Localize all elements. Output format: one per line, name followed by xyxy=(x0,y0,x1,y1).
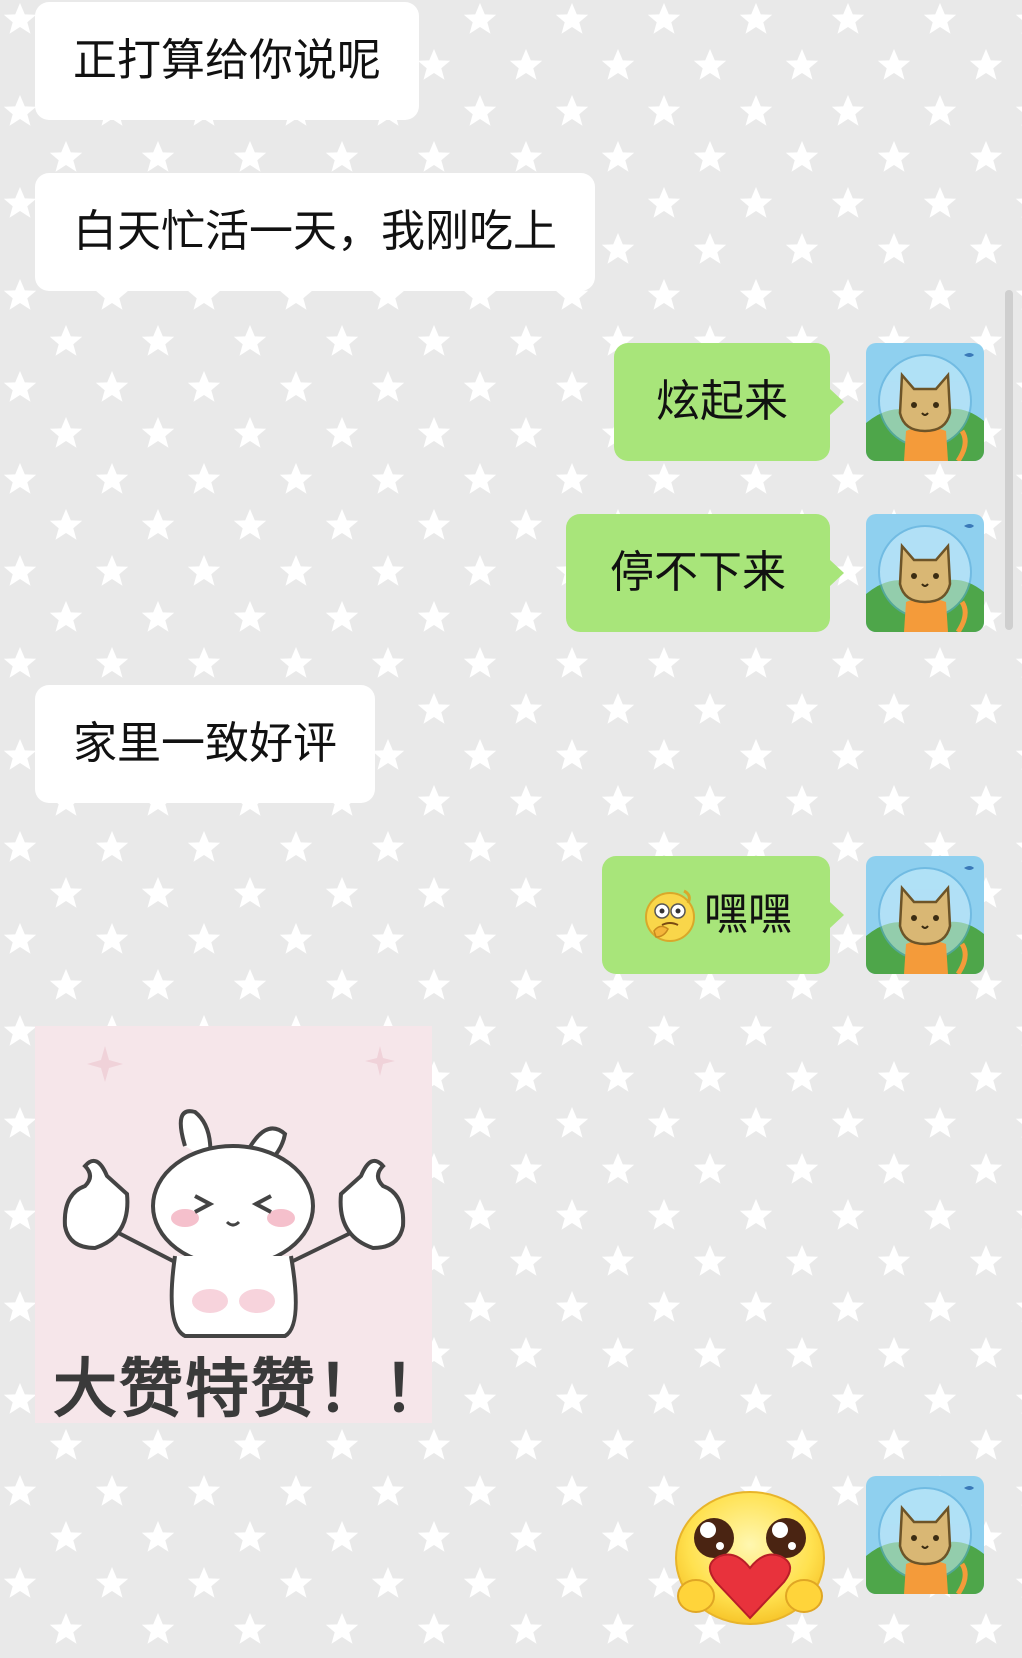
message-bubble-incoming[interactable]: 家里一致好评 xyxy=(35,685,375,803)
message-text: 家里一致好评 xyxy=(73,718,337,769)
message-bubble-incoming[interactable]: 白天忙活一天，我刚吃上 xyxy=(35,173,595,291)
scrollbar[interactable] xyxy=(1005,290,1013,630)
message-text: 嘿嘿 xyxy=(704,889,792,940)
message-text: 正打算给你说呢 xyxy=(73,35,381,86)
message-text: 白天忙活一天，我刚吃上 xyxy=(73,206,557,257)
message-text: 炫起来 xyxy=(656,376,788,427)
message-text: 停不下来 xyxy=(610,547,786,598)
cat-astronaut-avatar-icon[interactable] xyxy=(866,1476,984,1594)
cat-astronaut-avatar-icon[interactable] xyxy=(866,856,984,974)
sticker-caption: 大赞特赞！！ xyxy=(53,1353,432,1423)
cat-astronaut-avatar-icon[interactable] xyxy=(866,514,984,632)
cat-astronaut-avatar-icon[interactable] xyxy=(866,343,984,461)
chat-message-list[interactable]: 正打算给你说呢 白天忙活一天，我刚吃上 炫起来 停不下来 家里一致好评 嘿嘿 大… xyxy=(0,0,1022,1658)
heart-hug-emoji-icon[interactable] xyxy=(672,1486,828,1626)
message-bubble-incoming[interactable]: 正打算给你说呢 xyxy=(35,2,419,120)
message-bubble-outgoing[interactable]: 炫起来 xyxy=(614,343,844,461)
message-bubble-outgoing[interactable]: 嘿嘿 xyxy=(602,856,844,974)
bunny-thumbs-up-sticker-icon[interactable]: 大赞特赞！！ xyxy=(35,1026,432,1423)
message-bubble-outgoing[interactable]: 停不下来 xyxy=(566,514,844,632)
thinking-face-emoji-icon xyxy=(640,885,700,945)
